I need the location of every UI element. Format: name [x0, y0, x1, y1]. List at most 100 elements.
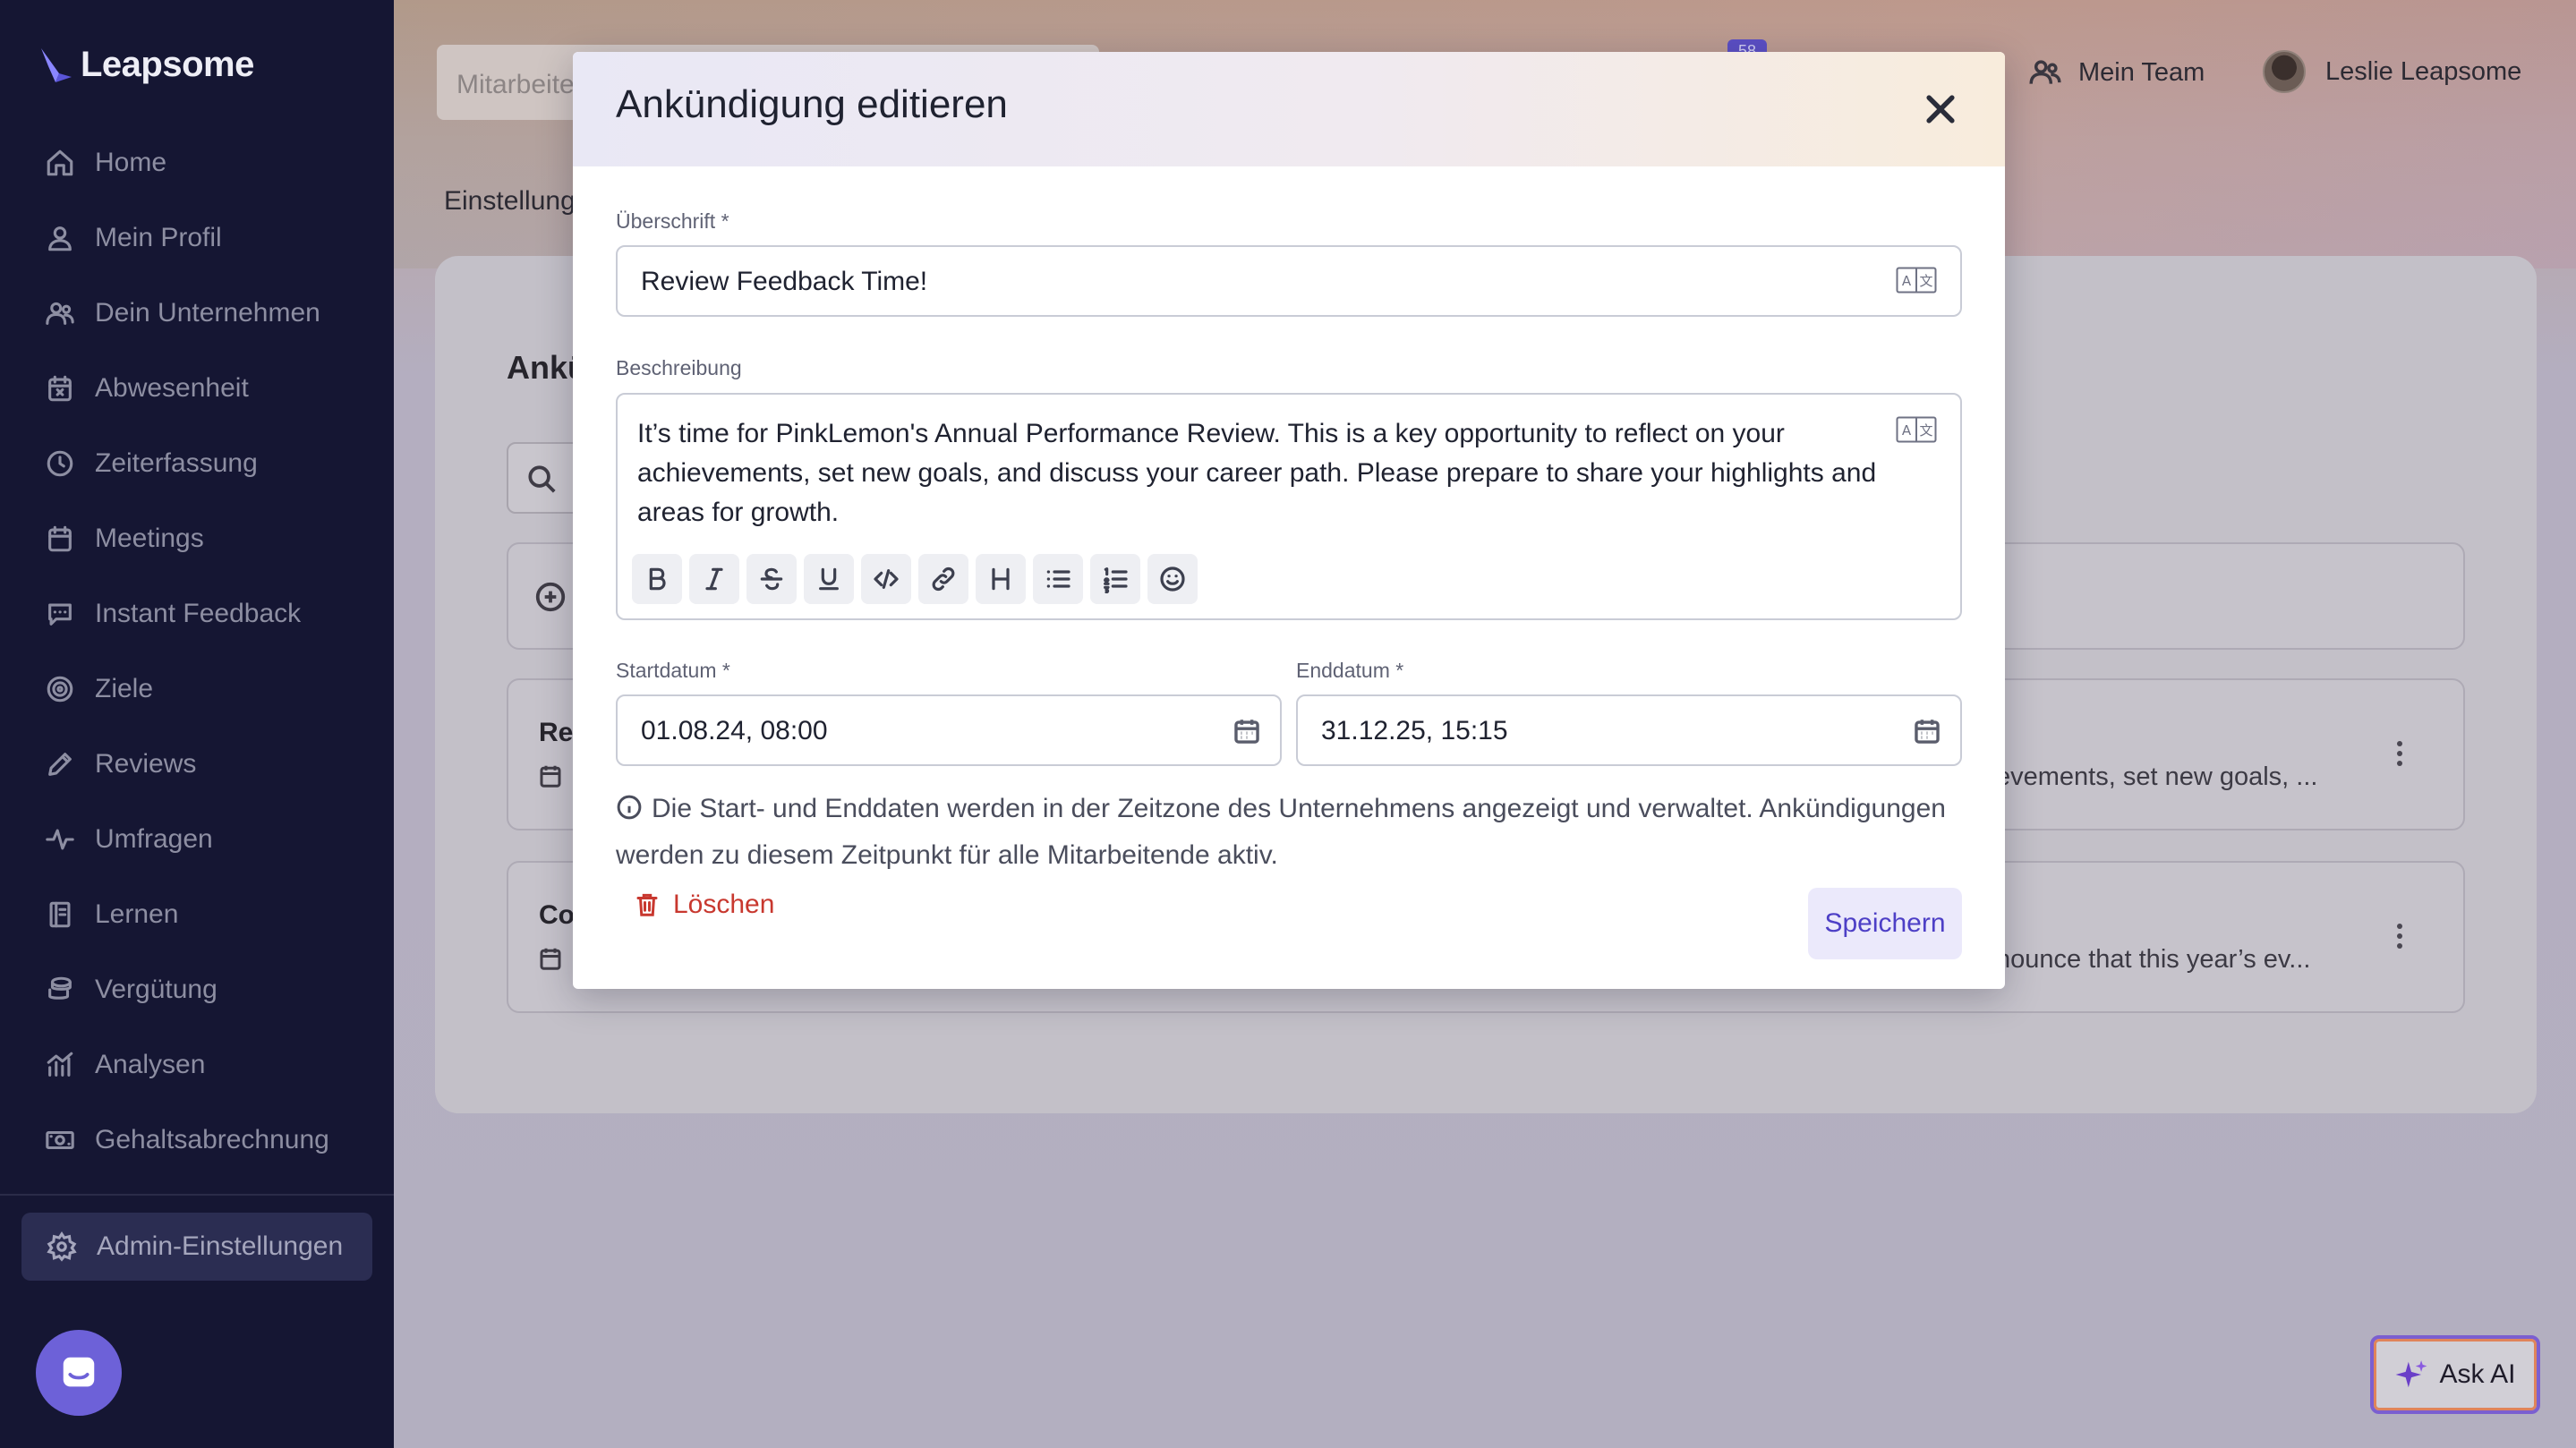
- sidebar-item-abwesenheit[interactable]: Abwesenheit: [45, 367, 249, 410]
- sidebar-item-label: Mein Profil: [95, 223, 222, 252]
- home-icon: [47, 149, 73, 176]
- italic-button[interactable]: [689, 554, 739, 604]
- end-date-label: Enddatum *: [1296, 659, 1404, 682]
- sidebar-item-label: Home: [95, 148, 167, 177]
- sidebar-item-verguetung[interactable]: Vergütung: [45, 968, 218, 1011]
- sidebar-item-analysen[interactable]: Analysen: [45, 1043, 205, 1086]
- announcement-description: nounce that this year’s ev...: [1996, 945, 2311, 974]
- my-team-link[interactable]: Mein Team: [2028, 55, 2205, 89]
- ask-ai-button[interactable]: Ask AI: [2370, 1335, 2540, 1414]
- code-icon: [874, 569, 899, 589]
- start-date-value: 01.08.24, 08:00: [641, 716, 828, 745]
- settings-subnav-label[interactable]: Einstellung: [444, 186, 576, 217]
- sidebar-item-ziele[interactable]: Ziele: [45, 668, 153, 711]
- chart-icon: [47, 1052, 73, 1077]
- underline-button[interactable]: [804, 554, 854, 604]
- sidebar-item-label: Admin-Einstellungen: [97, 1231, 344, 1261]
- bold-button[interactable]: [632, 554, 682, 604]
- more-options-icon[interactable]: [2397, 741, 2404, 771]
- sidebar-item-mein-profil[interactable]: Mein Profil: [45, 217, 222, 260]
- sidebar-item-admin-einstellungen[interactable]: Admin-Einstellungen: [21, 1213, 372, 1281]
- link-button[interactable]: [918, 554, 968, 604]
- sidebar-item-gehaltsabrechnung[interactable]: Gehaltsabrechnung: [45, 1119, 329, 1162]
- dialog-header: Ankündigung editieren: [573, 52, 2005, 166]
- heading-value: Review Feedback Time!: [641, 267, 928, 296]
- pulse-icon: [46, 829, 74, 850]
- calendar-icon[interactable]: [1232, 716, 1262, 746]
- sidebar: Leapsome Home Mein Profil Dein Unternehm…: [0, 0, 394, 1448]
- coins-icon: [48, 976, 72, 1000]
- close-button[interactable]: [1921, 89, 1960, 129]
- svg-text:A: A: [1902, 422, 1912, 439]
- sidebar-item-zeiterfassung[interactable]: Zeiterfassung: [45, 442, 258, 485]
- start-date-field[interactable]: 01.08.24, 08:00: [616, 694, 1282, 766]
- chat-bubble-icon: [63, 1357, 95, 1387]
- strikethrough-icon: [760, 567, 783, 591]
- user-icon: [48, 226, 72, 251]
- save-button[interactable]: Speichern: [1808, 888, 1962, 959]
- avatar: [2263, 50, 2306, 93]
- user-menu[interactable]: Leslie Leapsome: [2263, 50, 2521, 93]
- timezone-info-note: Die Start- und Enddaten werden in der Ze…: [616, 786, 1976, 879]
- translate-icon[interactable]: A 文: [1896, 267, 1937, 294]
- description-editor[interactable]: It’s time for PinkLemon's Annual Perform…: [616, 393, 1962, 620]
- svg-text:文: 文: [1919, 422, 1932, 439]
- emoji-icon: [1160, 566, 1185, 592]
- sparkle-icon: [2396, 1360, 2427, 1388]
- announcement-title: Co: [539, 900, 575, 930]
- more-options-icon[interactable]: [2397, 924, 2404, 953]
- delete-button[interactable]: Löschen: [634, 890, 774, 920]
- end-date-value: 31.12.25, 15:15: [1321, 716, 1508, 745]
- calendar-icon: [540, 948, 561, 970]
- delete-label: Löschen: [673, 890, 775, 919]
- sidebar-item-label: Abwesenheit: [95, 373, 249, 403]
- calendar-x-icon: [48, 375, 72, 402]
- sidebar-item-instant-feedback[interactable]: Instant Feedback: [45, 592, 301, 635]
- sidebar-item-label: Lernen: [95, 899, 179, 929]
- sidebar-item-label: Ziele: [95, 674, 154, 703]
- calendar-icon[interactable]: [1912, 716, 1942, 746]
- sidebar-item-umfragen[interactable]: Umfragen: [45, 818, 213, 861]
- numbered-list-icon: [1104, 567, 1128, 593]
- numbered-list-button[interactable]: [1090, 554, 1140, 604]
- gear-icon: [47, 1231, 77, 1262]
- sidebar-item-lernen[interactable]: Lernen: [45, 893, 178, 936]
- heading-field[interactable]: Review Feedback Time! A 文: [616, 245, 1962, 317]
- brand-logo[interactable]: Leapsome: [39, 45, 254, 85]
- sidebar-item-meetings[interactable]: Meetings: [45, 517, 204, 560]
- brand-name: Leapsome: [81, 45, 254, 84]
- banknote-icon: [46, 1130, 74, 1150]
- sidebar-item-label: Umfragen: [95, 824, 213, 854]
- user-name: Leslie Leapsome: [2325, 56, 2522, 86]
- description-value[interactable]: It’s time for PinkLemon's Annual Perform…: [637, 414, 1935, 532]
- start-date-label: Startdatum *: [616, 659, 730, 682]
- sidebar-item-label: Dein Unternehmen: [95, 298, 320, 328]
- sidebar-item-home[interactable]: Home: [45, 141, 166, 184]
- calendar-icon: [48, 525, 72, 552]
- plus-circle-icon: [535, 582, 566, 612]
- strikethrough-button[interactable]: [746, 554, 797, 604]
- edit-announcement-dialog: Ankündigung editieren Überschrift * Revi…: [573, 52, 2005, 989]
- svg-text:A: A: [1902, 273, 1912, 289]
- link-icon: [932, 566, 955, 592]
- heading-icon: [992, 567, 1010, 591]
- svg-text:文: 文: [1919, 273, 1932, 289]
- sidebar-item-reviews[interactable]: Reviews: [45, 743, 196, 786]
- description-label: Beschreibung: [616, 356, 742, 379]
- clock-icon: [47, 450, 73, 477]
- pencil-icon: [48, 753, 72, 776]
- italic-icon: [705, 567, 723, 591]
- translate-icon[interactable]: A 文: [1896, 416, 1937, 443]
- book-icon: [49, 901, 71, 928]
- heading-button[interactable]: [976, 554, 1026, 604]
- emoji-button[interactable]: [1147, 554, 1198, 604]
- support-chat-button[interactable]: [36, 1330, 122, 1416]
- team-icon: [2029, 60, 2061, 84]
- end-date-field[interactable]: 31.12.25, 15:15: [1296, 694, 1962, 766]
- bullet-list-button[interactable]: [1033, 554, 1083, 604]
- my-team-label: Mein Team: [2078, 57, 2205, 87]
- code-button[interactable]: [861, 554, 911, 604]
- ask-ai-label: Ask AI: [2439, 1359, 2516, 1389]
- sidebar-item-dein-unternehmen[interactable]: Dein Unternehmen: [45, 292, 320, 335]
- sidebar-item-label: Analysen: [95, 1050, 206, 1079]
